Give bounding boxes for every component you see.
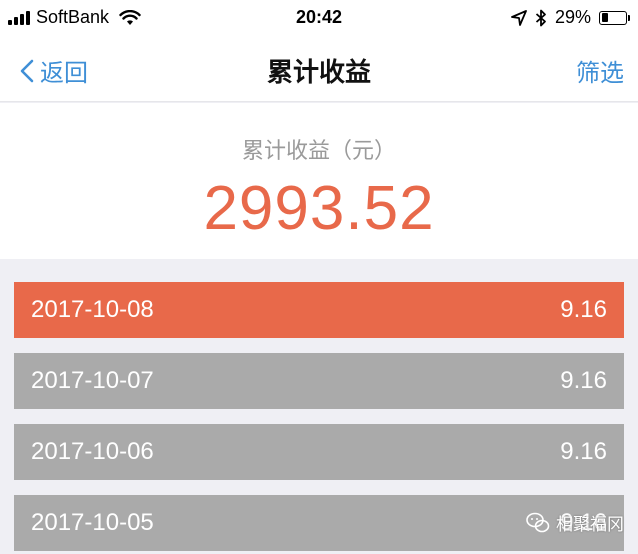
row-date: 2017-10-05	[31, 509, 154, 536]
earnings-summary: 累计收益（元） 2993.52	[0, 103, 638, 259]
row-amount: 9.16	[560, 296, 607, 323]
summary-label: 累计收益（元）	[241, 138, 396, 163]
location-arrow-icon	[511, 9, 527, 26]
navigation-bar: 返回 累计收益 筛选	[0, 36, 638, 102]
row-date: 2017-10-07	[31, 367, 154, 394]
earnings-row[interactable]: 2017-10-07 9.16	[14, 353, 624, 409]
battery-icon	[599, 10, 630, 25]
watermark-text: 相聚福冈	[556, 515, 624, 534]
filter-button[interactable]: 筛选	[576, 53, 624, 88]
battery-percent: 29%	[554, 7, 591, 27]
row-amount: 9.16	[560, 438, 607, 465]
row-date: 2017-10-08	[31, 296, 154, 323]
watermark: 相聚福冈	[526, 510, 624, 535]
status-bar: SoftBank 20:42 29%	[0, 0, 638, 36]
total-earnings-value: 2993.52	[203, 174, 435, 243]
wechat-icon	[526, 512, 550, 532]
page-title: 累计收益	[266, 57, 371, 87]
row-amount: 9.16	[560, 367, 607, 394]
bluetooth-icon	[535, 9, 546, 26]
earnings-row[interactable]: 2017-10-08 9.16	[14, 282, 624, 338]
row-date: 2017-10-06	[31, 438, 154, 465]
status-right: 29%	[511, 7, 630, 28]
earnings-row[interactable]: 2017-10-06 9.16	[14, 424, 624, 480]
